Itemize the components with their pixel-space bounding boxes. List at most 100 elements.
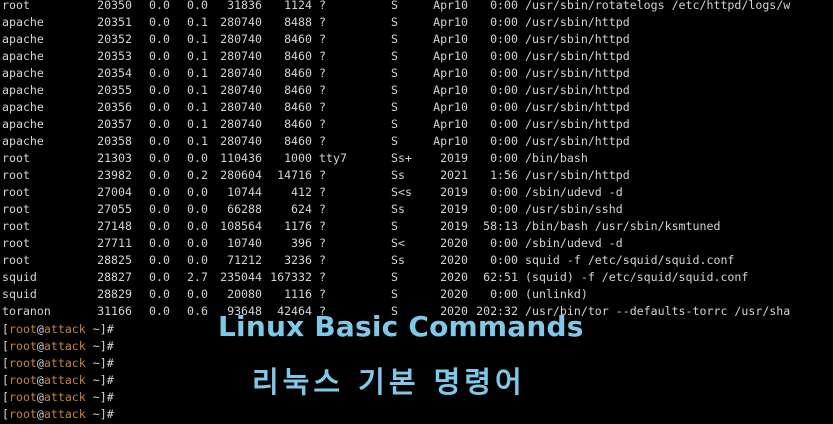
process-user: apache (2, 117, 44, 131)
prompt-at: @ (36, 356, 44, 370)
prompt-line[interactable]: [root@attack ~]# (2, 389, 114, 406)
process-start: 2019 (440, 202, 468, 216)
process-cpu: 0.0 (149, 202, 170, 216)
process-command: /usr/sbin/httpd (525, 134, 630, 148)
process-rss: 14716 (277, 168, 312, 182)
process-time: 0:00 (490, 0, 518, 12)
process-tty: ? (319, 270, 326, 284)
process-user: apache (2, 49, 44, 63)
process-cpu: 0.0 (149, 49, 170, 63)
process-cpu: 0.0 (149, 32, 170, 46)
process-time: 62:51 (483, 270, 518, 284)
prompt-cwd: ~]# (85, 322, 114, 336)
prompt-line[interactable]: [root@attack ~]# (2, 338, 114, 355)
process-time: 0:00 (490, 66, 518, 80)
process-user: root (2, 151, 30, 165)
process-command: /usr/sbin/httpd (525, 49, 630, 63)
process-cpu: 0.0 (149, 83, 170, 97)
prompt-at: @ (36, 373, 44, 387)
process-mem: 0.1 (187, 49, 208, 63)
process-time: 0:00 (490, 134, 518, 148)
process-pid: 20357 (97, 117, 132, 131)
process-time: 0:00 (490, 236, 518, 250)
process-rss: 8460 (284, 100, 312, 114)
process-vsz: 110436 (220, 151, 262, 165)
process-mem: 0.1 (187, 83, 208, 97)
shell-prompts[interactable]: [root@attack ~]# [root@attack ~]# [root@at… (2, 321, 114, 423)
process-user: apache (2, 32, 44, 46)
process-mem: 0.2 (187, 168, 208, 182)
process-row: apache 20358 0.0 0.1 280740 8460? S Apr10 0:00/u… (2, 133, 790, 150)
process-command: squid -f /etc/squid/squid.conf (525, 253, 735, 267)
prompt-user: root (8, 322, 37, 336)
process-pid: 20350 (97, 0, 132, 12)
process-tty: ? (319, 15, 326, 29)
process-row: apache 20357 0.0 0.1 280740 8460? S Apr10 0:00/u… (2, 116, 790, 133)
process-user: apache (2, 100, 44, 114)
process-row: apache 20355 0.0 0.1 280740 8460? S Apr10 0:00/u… (2, 82, 790, 99)
process-command: /usr/sbin/httpd (525, 32, 630, 46)
process-pid: 27055 (97, 202, 132, 216)
process-start: Apr10 (433, 134, 468, 148)
process-command: /bin/bash (525, 151, 588, 165)
process-tty: ? (319, 0, 326, 12)
process-row: root 20350 0.0 0.0 31836 1124? S Apr10 0:00/usr/… (2, 0, 790, 14)
process-rss: 8460 (284, 32, 312, 46)
process-tty: ? (319, 66, 326, 80)
process-cpu: 0.0 (149, 0, 170, 12)
process-tty: ? (319, 168, 326, 182)
process-vsz: 280604 (220, 168, 262, 182)
process-tty: ? (319, 185, 326, 199)
process-cpu: 0.0 (149, 287, 170, 301)
process-row: apache 20354 0.0 0.1 280740 8460? S Apr10 0:00/u… (2, 65, 790, 82)
prompt-cwd: ~]# (85, 407, 114, 421)
process-start: Apr10 (433, 32, 468, 46)
process-start: Apr10 (433, 66, 468, 80)
prompt-cwd: ~]# (85, 373, 114, 387)
process-mem: 0.1 (187, 134, 208, 148)
process-rss: 1176 (284, 219, 312, 233)
process-time: 58:13 (483, 219, 518, 233)
prompt-line[interactable]: [root@attack ~]# (2, 321, 114, 338)
process-pid: 20358 (97, 134, 132, 148)
process-pid: 27004 (97, 185, 132, 199)
process-time: 0:00 (490, 32, 518, 46)
prompt-bracket: [ (2, 356, 9, 370)
prompt-line[interactable]: [root@attack ~]# (2, 355, 114, 372)
process-row: apache 20353 0.0 0.1 280740 8460? S Apr10 0:00/u… (2, 48, 790, 65)
process-user: apache (2, 83, 44, 97)
process-command: /usr/sbin/httpd (525, 66, 630, 80)
process-stat: S (391, 0, 398, 12)
process-row: root 27711 0.0 0.0 10740 396? S< 2020 0:00/sbin/… (2, 235, 790, 252)
process-stat: Ss (391, 168, 405, 182)
process-cpu: 0.0 (149, 151, 170, 165)
prompt-host: attack (43, 407, 86, 421)
process-rss: 8460 (284, 83, 312, 97)
process-pid: 20355 (97, 83, 132, 97)
process-cpu: 0.0 (149, 270, 170, 284)
process-stat: S<s (391, 185, 412, 199)
process-vsz: 10744 (227, 185, 262, 199)
process-command: (squid) -f /etc/squid/squid.conf (525, 270, 749, 284)
process-rss: 8460 (284, 134, 312, 148)
process-start: 2019 (440, 185, 468, 199)
process-rss: 3236 (284, 253, 312, 267)
terminal-window[interactable]: root 20350 0.0 0.0 31836 1124? S Apr10 0:00/usr/… (0, 0, 833, 424)
prompt-host: attack (43, 356, 86, 370)
process-mem: 0.6 (187, 304, 208, 318)
process-user: root (2, 0, 30, 12)
process-user: apache (2, 66, 44, 80)
prompt-line[interactable]: [root@attack ~]# (2, 372, 114, 389)
process-stat: S (391, 270, 398, 284)
process-time: 1:56 (490, 168, 518, 182)
process-rss: 1124 (284, 0, 312, 12)
process-command: /usr/sbin/rotatelogs /etc/httpd/logs/w (525, 0, 791, 12)
process-rss: 624 (291, 202, 312, 216)
process-stat: S (391, 49, 398, 63)
process-mem: 0.1 (187, 66, 208, 80)
process-vsz: 20080 (227, 287, 262, 301)
process-time: 0:00 (490, 83, 518, 97)
process-tty: ? (319, 49, 326, 63)
prompt-line[interactable]: [root@attack ~]# (2, 406, 114, 423)
process-vsz: 108564 (220, 219, 262, 233)
